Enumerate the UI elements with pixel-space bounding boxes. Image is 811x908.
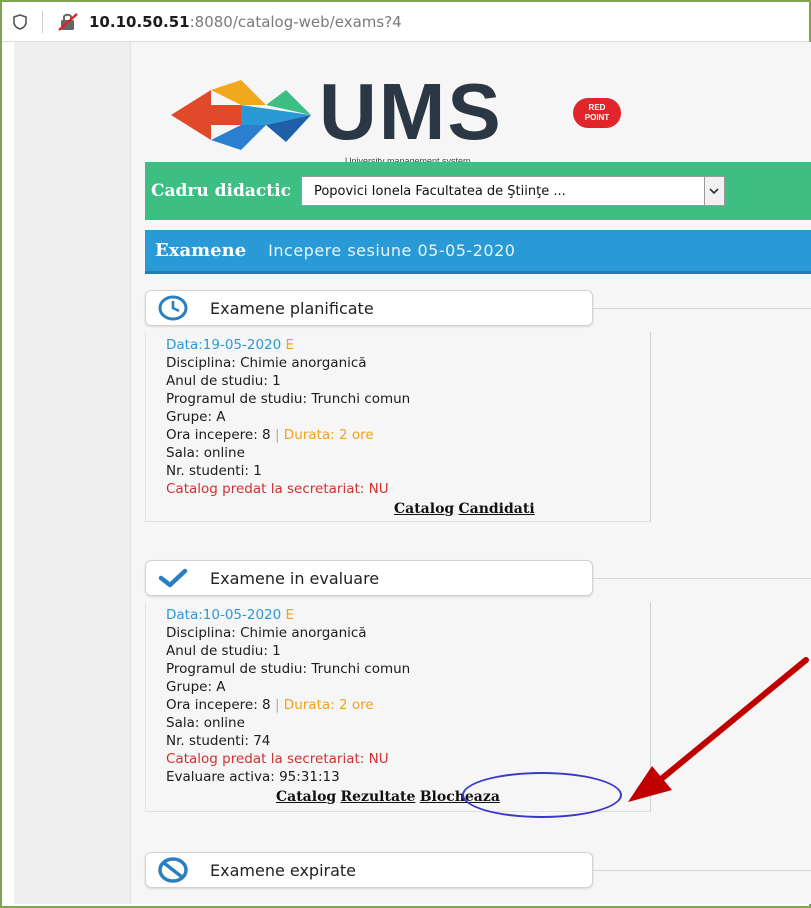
pointer-arrow-icon [628,657,809,802]
